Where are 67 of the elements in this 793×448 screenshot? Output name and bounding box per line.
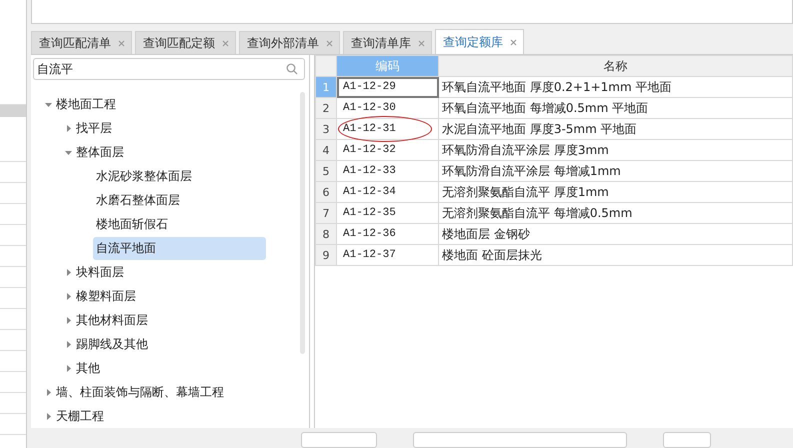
table-cell: 楼地面 砼面层抹光	[438, 244, 792, 266]
row-number[interactable]: 8	[316, 224, 336, 244]
close-icon[interactable]	[510, 38, 517, 46]
collapsed-arrow-icon[interactable]	[65, 268, 72, 276]
table-cell: A1-12-34	[343, 186, 396, 198]
scrollbar[interactable]	[300, 92, 305, 354]
table-cell: A1-12-32	[343, 144, 396, 156]
row-number[interactable]: 9	[316, 244, 336, 266]
tab[interactable]: 查询外部清单	[239, 31, 340, 54]
tree-item[interactable]: 其他	[76, 358, 104, 378]
table-cell: A1-12-29	[343, 81, 396, 93]
close-icon[interactable]	[222, 40, 229, 46]
table-cell: 环氧自流平地面 厚度0.2+1+1mm 平地面	[438, 76, 792, 98]
tree-item[interactable]: 踢脚线及其他	[76, 334, 152, 354]
collapsed-arrow-icon[interactable]	[45, 388, 52, 396]
tree-item[interactable]: 水磨石整体面层	[96, 190, 184, 210]
row-number[interactable]: 6	[316, 182, 336, 202]
table-cell: A1-12-35	[343, 207, 396, 219]
close-icon[interactable]	[118, 40, 125, 46]
tree-item[interactable]: 水泥砂浆整体面层	[96, 166, 196, 186]
table-cell: 环氧防滑自流平涂层 每增减1mm	[438, 160, 792, 182]
table-cell: 水泥自流平地面 厚度3-5mm 平地面	[438, 118, 792, 140]
column-header[interactable]: 名称	[438, 56, 792, 76]
table-cell: A1-12-33	[343, 165, 396, 177]
tree-item[interactable]: 橡塑料面层	[76, 286, 140, 306]
row-number[interactable]: 5	[316, 160, 336, 182]
search-icon	[286, 63, 298, 75]
tab[interactable]: 查询定额库	[435, 29, 524, 54]
table-cell: 楼地面层 金钢砂	[438, 224, 792, 244]
tree-item[interactable]: 块料面层	[76, 262, 128, 282]
row-number[interactable]: 2	[316, 98, 336, 118]
tree-item[interactable]: 其他材料面层	[76, 310, 152, 330]
input-field[interactable]	[301, 432, 377, 448]
expanded-arrow-icon[interactable]	[45, 100, 52, 108]
expanded-arrow-icon[interactable]	[65, 148, 72, 156]
input-field[interactable]	[663, 432, 711, 448]
tree-item[interactable]: 自流平地面	[93, 236, 266, 260]
tab[interactable]: 查询匹配清单	[31, 31, 132, 54]
tab[interactable]: 查询匹配定额	[135, 31, 236, 54]
table-cell: 无溶剂聚氨酯自流平 厚度1mm	[438, 182, 792, 202]
collapsed-arrow-icon[interactable]	[65, 292, 72, 300]
table-cell: 无溶剂聚氨酯自流平 每增减0.5mm	[438, 202, 792, 224]
table-cell: A1-12-37	[343, 249, 396, 261]
collapsed-arrow-icon[interactable]	[65, 364, 72, 372]
collapsed-arrow-icon[interactable]	[65, 316, 72, 324]
collapsed-arrow-icon[interactable]	[65, 124, 72, 132]
close-icon[interactable]	[326, 40, 333, 46]
table-cell: 环氧自流平地面 每增减0.5mm 平地面	[438, 98, 792, 118]
table-cell: A1-12-30	[343, 102, 396, 114]
tab[interactable]: 查询清单库	[343, 31, 432, 54]
tree-item[interactable]: 墙、柱面装饰与隔断、幕墙工程	[56, 382, 228, 402]
table-cell: A1-12-36	[343, 228, 396, 240]
row-number[interactable]: 7	[316, 202, 336, 224]
tree-item[interactable]: 整体面层	[76, 142, 128, 162]
table-cell: 环氧防滑自流平涂层 厚度3mm	[438, 140, 792, 160]
tree-item[interactable]: 楼地面斩假石	[96, 214, 172, 234]
table-cell: A1-12-31	[343, 123, 396, 135]
search-field[interactable]: 自流平	[33, 58, 305, 80]
row-number[interactable]: 4	[316, 140, 336, 160]
tree-item[interactable]: 楼地面工程	[56, 94, 120, 114]
row-number[interactable]: 3	[316, 118, 336, 140]
collapsed-arrow-icon[interactable]	[45, 412, 52, 420]
input-field[interactable]	[413, 432, 627, 448]
tree-item[interactable]: 找平层	[76, 118, 116, 138]
tree-item[interactable]: 天棚工程	[56, 406, 108, 426]
close-icon[interactable]	[418, 40, 425, 46]
collapsed-arrow-icon[interactable]	[65, 340, 72, 348]
